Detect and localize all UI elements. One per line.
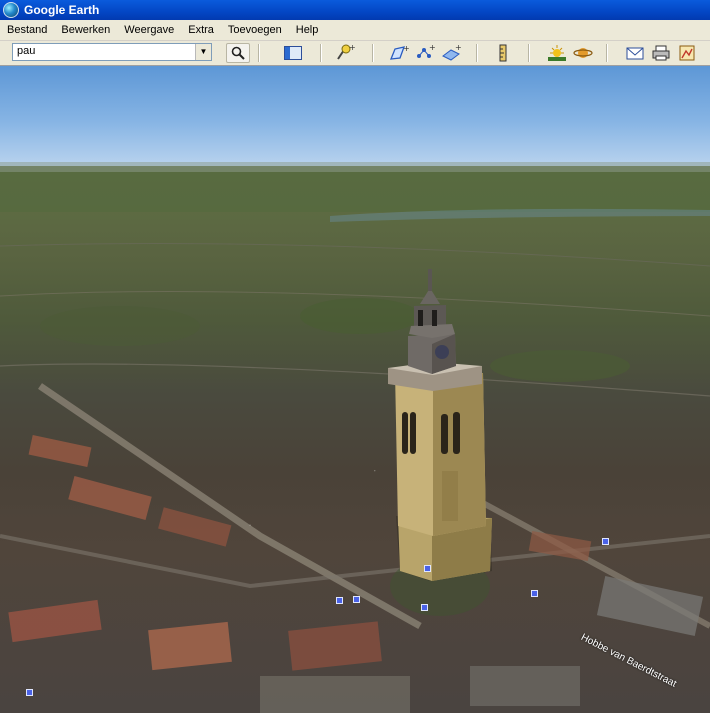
menu-bewerken[interactable]: Bewerken [58, 24, 113, 36]
svg-text:+: + [455, 44, 461, 52]
sidebar-toggle-button[interactable] [282, 43, 304, 63]
google-earth-logo-icon [3, 2, 19, 18]
menu-weergave[interactable]: Weergave [121, 24, 177, 36]
sunlight-icon [548, 45, 566, 61]
menu-extra[interactable]: Extra [185, 24, 217, 36]
placemark-pin[interactable] [26, 689, 33, 696]
toolbar-separator [372, 44, 374, 62]
image-overlay-icon: + [442, 44, 461, 61]
toolbar-separator [258, 44, 260, 62]
path-icon: + [417, 44, 435, 58]
title-bar: Google Earth [0, 0, 710, 20]
placemark-pin[interactable] [353, 596, 360, 603]
toolbar-separator [320, 44, 322, 62]
search-button[interactable] [226, 43, 250, 63]
map-view-icon [679, 45, 695, 61]
ruler-button[interactable] [492, 43, 514, 63]
polygon-icon: + [389, 44, 409, 60]
menu-toevoegen[interactable]: Toevoegen [225, 24, 285, 36]
email-button[interactable] [624, 43, 646, 63]
print-icon [652, 45, 670, 61]
placemark-pin[interactable] [424, 565, 431, 572]
search-dropdown-button[interactable]: ▼ [195, 44, 211, 60]
add-polygon-button[interactable]: + [388, 43, 410, 63]
earth-3d-view[interactable]: · · Hobbe van Baerdtstraat [0, 66, 710, 713]
placemark-pin[interactable] [421, 604, 428, 611]
add-path-button[interactable]: + [414, 43, 436, 63]
window-title: Google Earth [24, 3, 100, 17]
print-button[interactable] [650, 43, 672, 63]
sunlight-button[interactable] [546, 43, 568, 63]
ruler-icon [499, 44, 507, 62]
placemark-pin[interactable] [531, 590, 538, 597]
sidebar-toggle-icon [284, 46, 302, 60]
placemark-icon: + [337, 44, 355, 60]
email-icon [626, 47, 644, 60]
toolbar: pau ▼ + + + + [0, 41, 710, 66]
svg-text:+: + [349, 44, 355, 52]
search-input-value: pau [17, 45, 36, 57]
svg-text:·: · [372, 467, 377, 474]
add-image-overlay-button[interactable]: + [440, 43, 462, 63]
menu-bestand[interactable]: Bestand [4, 24, 50, 36]
toolbar-separator [606, 44, 608, 62]
svg-text:+: + [403, 44, 409, 53]
search-input[interactable]: pau ▼ [12, 43, 212, 61]
menu-bar: Bestand Bewerken Weergave Extra Toevoege… [0, 20, 710, 41]
view-in-maps-button[interactable] [676, 43, 698, 63]
placemark-pin[interactable] [336, 597, 343, 604]
search-icon [231, 46, 245, 60]
menu-help[interactable]: Help [293, 24, 322, 36]
map-terrain-detail: · · [0, 162, 710, 713]
toolbar-separator [476, 44, 478, 62]
planet-button[interactable] [572, 43, 594, 63]
svg-text:+: + [429, 44, 435, 52]
toolbar-separator [528, 44, 530, 62]
planet-icon [573, 48, 593, 58]
placemark-pin[interactable] [602, 538, 609, 545]
add-placemark-button[interactable]: + [334, 43, 356, 63]
